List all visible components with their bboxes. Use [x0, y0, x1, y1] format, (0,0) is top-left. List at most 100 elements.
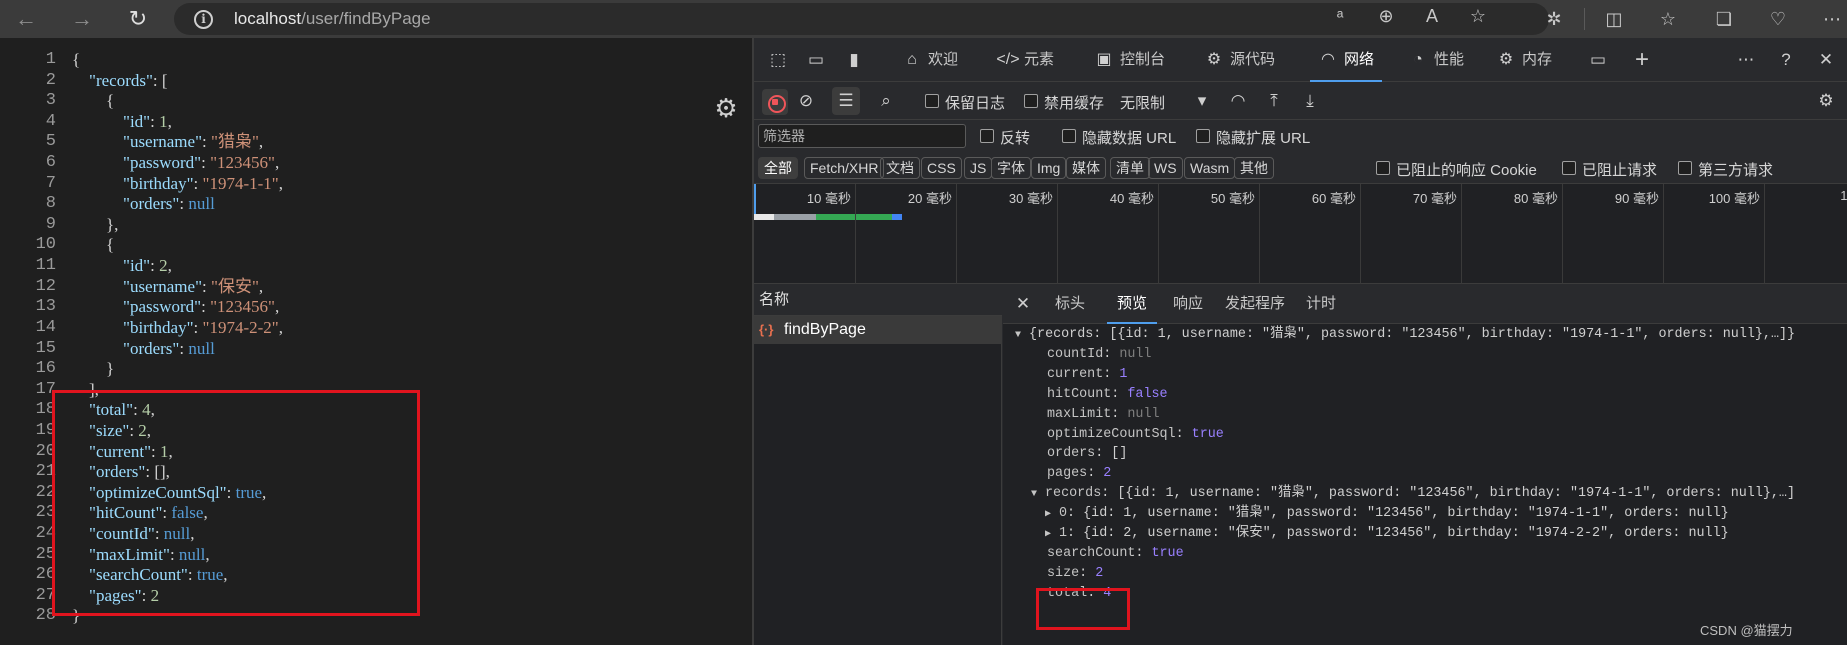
- add-tab-icon[interactable]: +: [1628, 46, 1656, 74]
- preview-field-row[interactable]: size: 2: [1047, 565, 1103, 583]
- toolbar-divider: [1584, 8, 1585, 30]
- preview-field-row[interactable]: current: 1: [1047, 366, 1127, 384]
- type-filter-7[interactable]: 媒体: [1066, 157, 1106, 179]
- xhr-icon: {·}: [759, 322, 774, 337]
- code-line: {: [72, 50, 283, 71]
- chevron-down-icon[interactable]: ▾: [1188, 87, 1216, 115]
- upload-icon[interactable]: ⤒: [1260, 87, 1288, 115]
- type-filter-10[interactable]: Wasm: [1184, 157, 1236, 179]
- type-filter-11[interactable]: 其他: [1234, 157, 1274, 179]
- type-filter-1[interactable]: Fetch/XHR: [804, 157, 885, 179]
- collections-icon[interactable]: ❏: [1710, 6, 1738, 32]
- preview-records-row[interactable]: ▼ records: [{id: 1, username: "猎枭", passw…: [1031, 485, 1795, 503]
- inspect-icon[interactable]: ⬚: [764, 46, 792, 74]
- preview-field-row[interactable]: countId: null: [1047, 346, 1151, 364]
- detail-tabbar: ✕ 标头 预览 响应 发起程序 计时: [1003, 284, 1847, 324]
- extensions-icon[interactable]: ✲: [1540, 6, 1568, 32]
- favorites-icon[interactable]: ☆: [1654, 6, 1682, 32]
- tab-sources[interactable]: ⚙ 源代码: [1202, 38, 1275, 82]
- performance-icon[interactable]: ♡: [1764, 6, 1792, 32]
- more-tools-icon[interactable]: ⋯: [1732, 46, 1760, 74]
- disable-cache-checkbox[interactable]: [1024, 94, 1038, 108]
- preview-field-row[interactable]: hitCount: false: [1047, 386, 1168, 404]
- site-info-icon[interactable]: i: [194, 10, 213, 29]
- throttling-select[interactable]: 无限制: [1120, 92, 1165, 113]
- record-icon[interactable]: [762, 89, 788, 115]
- preview-field-row[interactable]: maxLimit: null: [1047, 406, 1160, 424]
- blocked-cookies-checkbox[interactable]: [1376, 161, 1390, 175]
- third-party-checkbox[interactable]: [1678, 161, 1692, 175]
- code-token: ,: [274, 297, 280, 317]
- type-filter-3[interactable]: CSS: [921, 157, 962, 179]
- preview-field-row[interactable]: optimizeCountSql: true: [1047, 426, 1224, 444]
- type-filter-4[interactable]: JS: [964, 157, 993, 179]
- type-filter-0[interactable]: 全部: [758, 157, 798, 179]
- help-icon[interactable]: ?: [1772, 46, 1800, 74]
- preview-key: orders: [1047, 446, 1096, 462]
- preview-value: false: [1127, 386, 1168, 402]
- preserve-log-checkbox[interactable]: [925, 94, 939, 108]
- invert-checkbox[interactable]: [980, 129, 994, 143]
- device-toolbar-icon[interactable]: ▭: [802, 46, 830, 74]
- line-number: 12: [35, 276, 56, 296]
- download-icon[interactable]: ⤓: [1296, 87, 1324, 115]
- line-number: 24: [35, 524, 56, 544]
- request-row[interactable]: {·} findByPage: [754, 316, 1002, 344]
- clear-icon[interactable]: ⊘: [792, 87, 820, 115]
- tab-preview[interactable]: 预览: [1106, 284, 1158, 324]
- preview-root-row[interactable]: ▼ {records: [{id: 1, username: "猎枭", pass…: [1015, 326, 1795, 344]
- type-filter-5[interactable]: 字体: [991, 157, 1031, 179]
- type-filter-8[interactable]: 清单: [1110, 157, 1150, 179]
- tab-initiator[interactable]: 发起程序: [1225, 284, 1285, 324]
- address-bar[interactable]: i localhost/user/findByPage ᵃ ⊕ A ☆: [174, 3, 1549, 35]
- hide-ext-urls-checkbox[interactable]: [1196, 129, 1210, 143]
- filter-toggle-icon[interactable]: ☰: [832, 87, 860, 115]
- read-aloud-icon[interactable]: ᵃ: [1326, 3, 1354, 29]
- favorite-icon[interactable]: ☆: [1464, 3, 1492, 29]
- type-filter-6[interactable]: Img: [1031, 157, 1067, 179]
- close-detail-icon[interactable]: ✕: [1009, 290, 1037, 318]
- code-token: :: [150, 111, 160, 131]
- tab-network[interactable]: ◠ 网络: [1309, 38, 1383, 82]
- preview-record-item[interactable]: ▶ 0: {id: 1, username: "猎枭", password: "1…: [1045, 505, 1729, 523]
- search-icon[interactable]: ⌕: [872, 87, 900, 115]
- tab-console[interactable]: ▣ 控制台: [1092, 38, 1165, 82]
- tab-performance[interactable]: ◔ 性能: [1406, 38, 1464, 82]
- name-column-header[interactable]: 名称: [754, 284, 1002, 316]
- code-line: "birthday": "1974-2-2",: [72, 318, 283, 339]
- close-devtools-icon[interactable]: ✕: [1812, 46, 1840, 74]
- panel-icon[interactable]: ▭: [1584, 46, 1612, 74]
- immersive-reader-icon[interactable]: A: [1418, 3, 1446, 29]
- settings-gear-icon[interactable]: ⚙: [712, 94, 740, 122]
- tab-elements[interactable]: </> 元素: [996, 38, 1054, 82]
- forward-icon[interactable]: →: [68, 5, 96, 33]
- preview-text: :: [1087, 466, 1104, 482]
- timeline-tick-label: 30 毫秒: [1008, 191, 1053, 206]
- tab-response[interactable]: 响应: [1173, 284, 1203, 324]
- preview-field-row[interactable]: searchCount: true: [1047, 545, 1184, 563]
- network-settings-icon[interactable]: ⚙: [1812, 87, 1840, 115]
- refresh-icon[interactable]: ↻: [124, 5, 152, 33]
- filter-input[interactable]: 筛选器: [758, 124, 966, 148]
- network-conditions-icon[interactable]: ◠: [1224, 87, 1252, 115]
- network-timeline[interactable]: 10 毫秒 20 毫秒 30 毫秒 40 毫秒 50 毫秒 60 毫秒 70 毫秒 80 毫秒…: [754, 184, 1847, 284]
- split-screen-icon[interactable]: ◫: [1600, 6, 1628, 32]
- more-icon[interactable]: ⋯: [1818, 6, 1846, 32]
- back-icon[interactable]: ←: [12, 5, 40, 33]
- dock-icon[interactable]: ▮: [840, 46, 868, 74]
- preview-field-row[interactable]: orders: []: [1047, 445, 1127, 463]
- zoom-icon[interactable]: ⊕: [1372, 3, 1400, 29]
- tab-headers[interactable]: 标头: [1055, 284, 1085, 324]
- blocked-requests-checkbox[interactable]: [1562, 161, 1576, 175]
- tab-memory[interactable]: ⚙ 内存: [1494, 38, 1552, 82]
- tab-welcome[interactable]: ⌂ 欢迎: [900, 38, 958, 82]
- code-line: {: [72, 91, 283, 112]
- type-filter-2[interactable]: 文档: [880, 157, 920, 179]
- preview-field-row[interactable]: pages: 2: [1047, 465, 1111, 483]
- preview-record-item[interactable]: ▶ 1: {id: 2, username: "保安", password: "1…: [1045, 525, 1729, 543]
- hide-data-urls-checkbox[interactable]: [1062, 129, 1076, 143]
- type-filter-9[interactable]: WS: [1148, 157, 1183, 179]
- timeline-tick-label: 90 毫秒: [1614, 191, 1659, 206]
- url-text[interactable]: localhost/user/findByPage: [234, 9, 431, 29]
- tab-timing[interactable]: 计时: [1306, 284, 1336, 324]
